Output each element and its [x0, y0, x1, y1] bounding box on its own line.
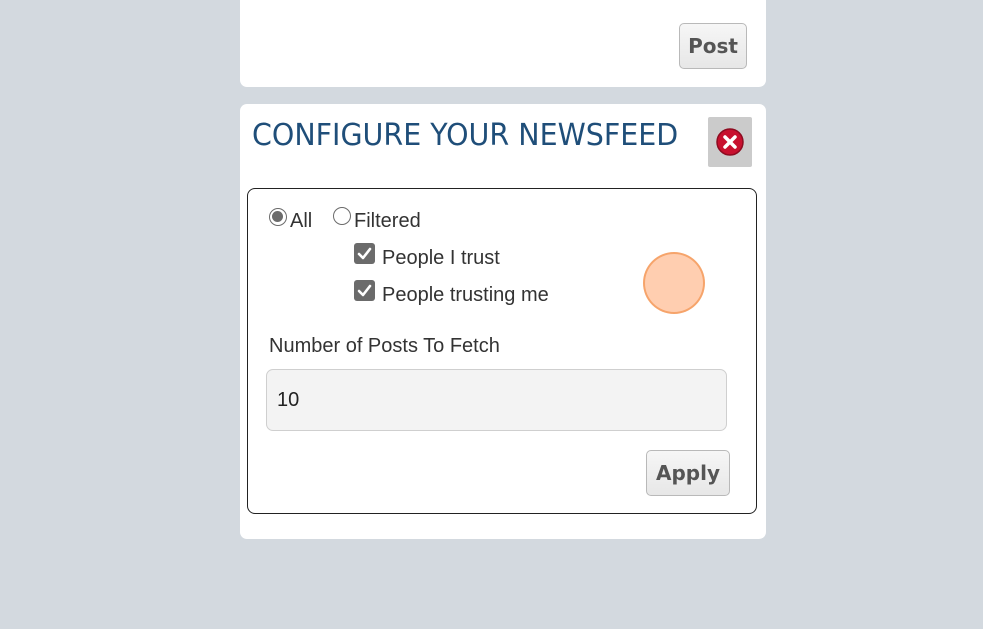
- apply-button[interactable]: Apply: [646, 450, 730, 496]
- posts-count-label: Number of Posts To Fetch: [269, 335, 500, 357]
- newsfeed-config-panel: CONFIGURE YOUR NEWSFEED All Filtered Peo…: [240, 104, 766, 539]
- panel-title: CONFIGURE YOUR NEWSFEED: [252, 118, 679, 153]
- close-circle-icon: [716, 128, 744, 156]
- close-button[interactable]: [708, 117, 752, 167]
- checkmark-icon: [357, 247, 372, 260]
- checkbox-people-trusting-me-label: People trusting me: [382, 284, 549, 306]
- checkbox-people-i-trust-label: People I trust: [382, 247, 500, 269]
- checkmark-icon: [357, 284, 372, 297]
- cursor-highlight: [643, 252, 705, 314]
- post-button[interactable]: Post: [679, 23, 747, 69]
- radio-filtered[interactable]: [333, 207, 351, 225]
- post-card: Post: [240, 0, 766, 87]
- radio-filtered-label: Filtered: [354, 210, 421, 232]
- checkbox-people-trusting-me[interactable]: [354, 280, 375, 301]
- newsfeed-settings-form: All Filtered People I trust People trust…: [247, 188, 757, 514]
- checkbox-people-i-trust[interactable]: [354, 243, 375, 264]
- posts-count-input[interactable]: [266, 369, 727, 431]
- radio-all-label: All: [290, 210, 313, 232]
- radio-all[interactable]: [269, 208, 287, 226]
